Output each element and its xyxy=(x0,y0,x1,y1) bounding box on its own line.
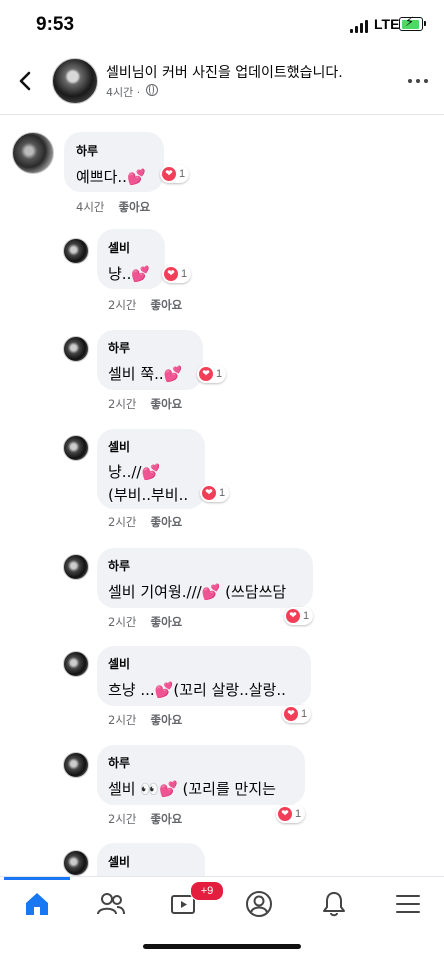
like-button[interactable]: 좋아요 xyxy=(118,200,150,214)
like-button[interactable]: 좋아요 xyxy=(150,812,182,826)
post-title[interactable]: 셀비님이 커버 사진을 업데이트했습니다. xyxy=(106,62,343,82)
profile-tab[interactable] xyxy=(239,889,279,919)
avatar[interactable] xyxy=(63,336,89,362)
friends-tab[interactable] xyxy=(91,889,131,919)
comment-text: 셀비 👀💕 (꼬리를 만지는 xyxy=(108,780,276,798)
home-icon xyxy=(26,893,48,915)
comment-author[interactable]: 하루 xyxy=(108,754,130,771)
globe-icon xyxy=(146,84,158,96)
back-arrow-icon xyxy=(19,71,31,91)
comment-text-line2: (부비..부비.. xyxy=(108,486,189,504)
two-hearts-emoji: 💕 xyxy=(141,463,161,481)
two-hearts-emoji: 💕 xyxy=(159,780,178,798)
comment-text: 냥..💕 xyxy=(108,265,151,283)
menu-tab[interactable] xyxy=(388,889,428,919)
watch-badge: +9 xyxy=(190,881,224,901)
comment-author[interactable]: 하루 xyxy=(76,142,98,159)
like-button[interactable]: 좋아요 xyxy=(150,615,182,629)
avatar[interactable] xyxy=(63,651,89,677)
friends-icon xyxy=(97,893,125,915)
like-button[interactable]: 좋아요 xyxy=(150,397,182,411)
comment-text: 셀비 쭉..💕 xyxy=(108,365,183,383)
heart-icon: ❤ xyxy=(199,367,213,381)
reaction-badge[interactable]: ❤ 1 xyxy=(284,607,314,625)
comment-text: 예쁘다..💕 xyxy=(76,168,146,186)
reaction-badge[interactable]: ❤ 1 xyxy=(197,365,227,383)
comment-meta: 2시간 좋아요 xyxy=(108,812,183,826)
avatar[interactable] xyxy=(63,238,89,264)
two-hearts-emoji: 💕 xyxy=(163,365,183,383)
battery-tip xyxy=(424,21,426,26)
post-header: 셀비님이 커버 사진을 업데이트했습니다. 4시간 · xyxy=(0,52,444,115)
avatar[interactable] xyxy=(63,850,89,876)
heart-icon: ❤ xyxy=(162,167,176,181)
comment-text: 냥..//💕 xyxy=(108,463,161,481)
reaction-badge[interactable]: ❤ 1 xyxy=(276,805,306,823)
bell-icon xyxy=(323,892,345,917)
comment-meta: 2시간 좋아요 xyxy=(108,615,183,629)
two-hearts-emoji: 💕 xyxy=(201,583,221,601)
comment-author[interactable]: 셀비 xyxy=(108,853,130,870)
comment-author[interactable]: 셀비 xyxy=(108,239,130,256)
home-tab[interactable] xyxy=(17,889,57,919)
heart-icon: ❤ xyxy=(202,486,216,500)
more-options-button[interactable] xyxy=(408,76,432,86)
status-time: 9:53 xyxy=(36,14,75,35)
profile-icon xyxy=(246,891,272,917)
avatar[interactable] xyxy=(63,752,89,778)
comment-author[interactable]: 하루 xyxy=(108,557,130,574)
active-tab-indicator xyxy=(4,877,70,880)
heart-icon: ❤ xyxy=(278,807,292,821)
comment-author[interactable]: 셀비 xyxy=(108,438,130,455)
like-button[interactable]: 좋아요 xyxy=(150,515,182,529)
comment-author[interactable]: 셀비 xyxy=(108,655,130,672)
reaction-badge[interactable]: ❤ 1 xyxy=(160,165,190,183)
comment-meta: 2시간 좋아요 xyxy=(108,515,183,529)
avatar[interactable] xyxy=(63,435,89,461)
reaction-badge[interactable]: ❤ 1 xyxy=(200,484,230,502)
comment-meta: 2시간 좋아요 xyxy=(108,298,183,312)
two-hearts-emoji: 💕 xyxy=(131,265,151,283)
post-time: 4시간 · xyxy=(106,86,141,99)
like-button[interactable]: 좋아요 xyxy=(150,298,182,312)
home-indicator xyxy=(143,944,301,949)
battery-icon: ⚡ xyxy=(399,15,423,31)
heart-icon: ❤ xyxy=(284,707,298,721)
status-bar: 9:53 LTE ⚡ xyxy=(0,0,444,52)
comment-author[interactable]: 하루 xyxy=(108,339,130,356)
avatar[interactable] xyxy=(12,132,54,174)
comment-meta: 2시간 좋아요 xyxy=(108,397,183,411)
notifications-tab[interactable] xyxy=(314,889,354,919)
comment-meta: 2시간 좋아요 xyxy=(108,713,183,727)
two-hearts-emoji: 💕 xyxy=(126,168,146,186)
network-type: LTE xyxy=(374,16,400,32)
comment-meta: 4시간 좋아요 xyxy=(76,200,151,214)
header-avatar[interactable] xyxy=(52,58,98,104)
reaction-badge[interactable]: ❤ 1 xyxy=(282,705,312,723)
avatar[interactable] xyxy=(63,554,89,580)
comment-text: 셀비 기여웡.///💕 (쓰담쓰담 xyxy=(108,583,287,601)
two-hearts-emoji: 💕 xyxy=(154,681,174,699)
menu-icon xyxy=(396,895,420,913)
heart-icon: ❤ xyxy=(286,609,300,623)
signal-icon xyxy=(350,20,372,33)
back-button[interactable] xyxy=(12,66,40,96)
heart-icon: ❤ xyxy=(164,267,178,281)
comment-text: 흐냥 ...💕(꼬리 살랑..살랑.. xyxy=(108,681,286,699)
reaction-badge[interactable]: ❤ 1 xyxy=(162,265,192,283)
like-button[interactable]: 좋아요 xyxy=(150,713,182,727)
